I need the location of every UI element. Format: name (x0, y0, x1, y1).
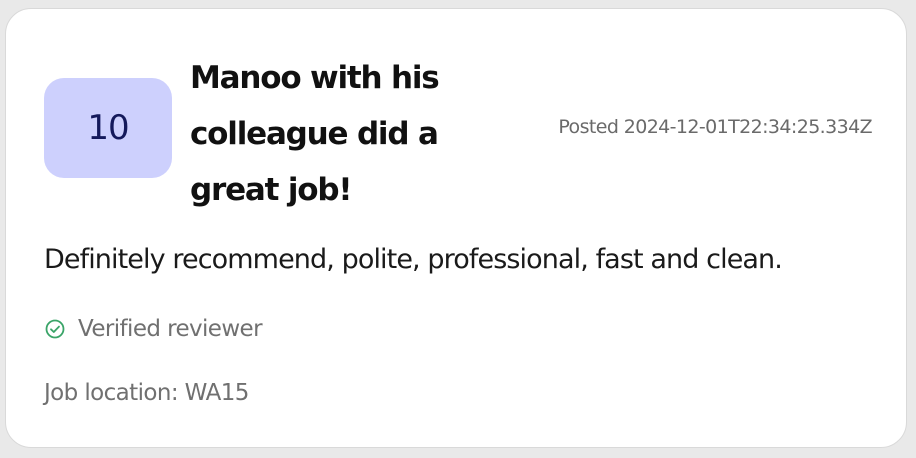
review-title: Manoo with his colleague did a great job… (190, 60, 440, 208)
review-body: Definitely recommend, polite, profession… (44, 244, 783, 275)
verified-reviewer: Verified reviewer (44, 316, 263, 342)
job-location: Job location: WA15 (44, 380, 249, 406)
posted-date: Posted 2024-12-01T22:34:25.334Z (558, 116, 872, 138)
check-circle-icon (45, 319, 65, 339)
verified-label: Verified reviewer (78, 316, 263, 342)
score-badge: 10 (44, 78, 172, 178)
